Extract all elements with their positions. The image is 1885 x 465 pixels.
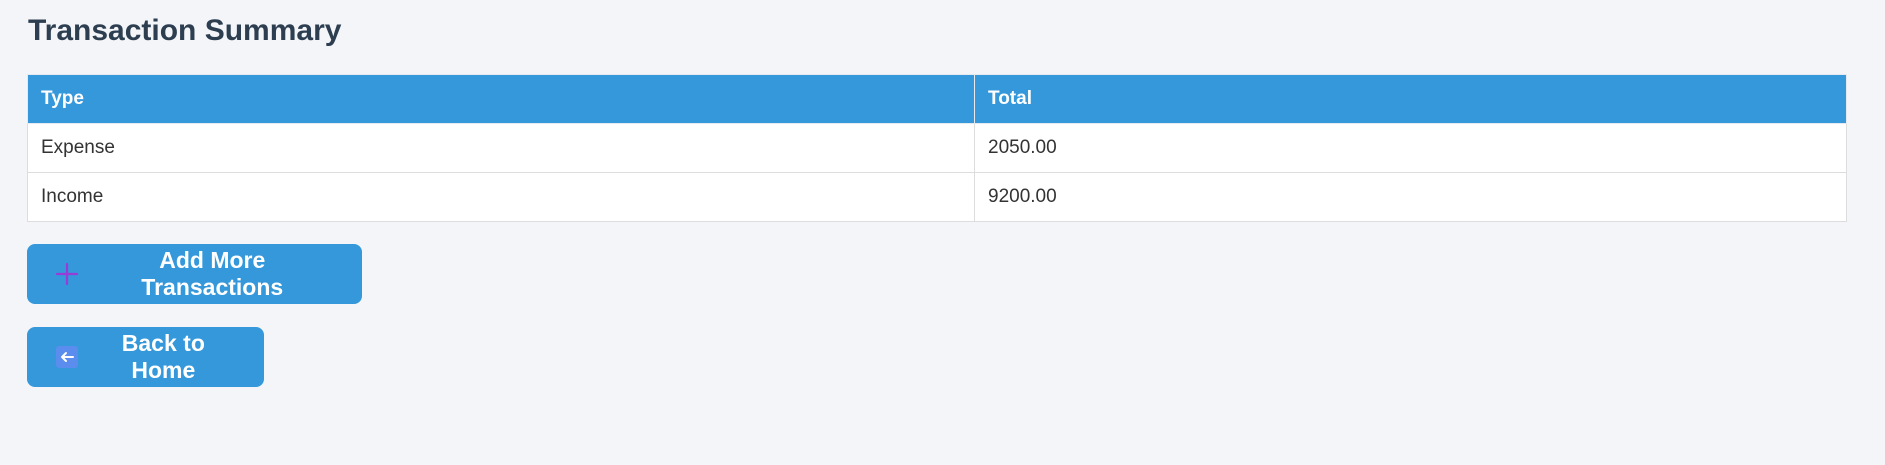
transaction-summary-table: Type Total Expense 2050.00 Income 9200.0… (27, 74, 1847, 222)
back-to-home-label: Back to Home (121, 330, 205, 383)
page-title: Transaction Summary (28, 14, 342, 47)
left-arrow-icon (54, 344, 80, 370)
add-more-transactions-button[interactable]: Add More Transactions (27, 244, 362, 304)
table-row: Expense 2050.00 (27, 123, 1847, 173)
cell-type: Expense (27, 123, 975, 173)
plus-icon (54, 261, 80, 287)
page: Transaction Summary Type Total Expense 2… (0, 0, 1885, 465)
back-to-home-button[interactable]: Back to Home (27, 327, 264, 387)
column-header-type: Type (27, 74, 975, 124)
column-header-total: Total (974, 74, 1847, 124)
table-row: Income 9200.00 (27, 172, 1847, 222)
cell-total: 9200.00 (974, 172, 1847, 222)
cell-total: 2050.00 (974, 123, 1847, 173)
table-header-row: Type Total (27, 74, 1847, 124)
cell-type: Income (27, 172, 975, 222)
add-more-transactions-label: Add More Transactions (141, 247, 284, 300)
